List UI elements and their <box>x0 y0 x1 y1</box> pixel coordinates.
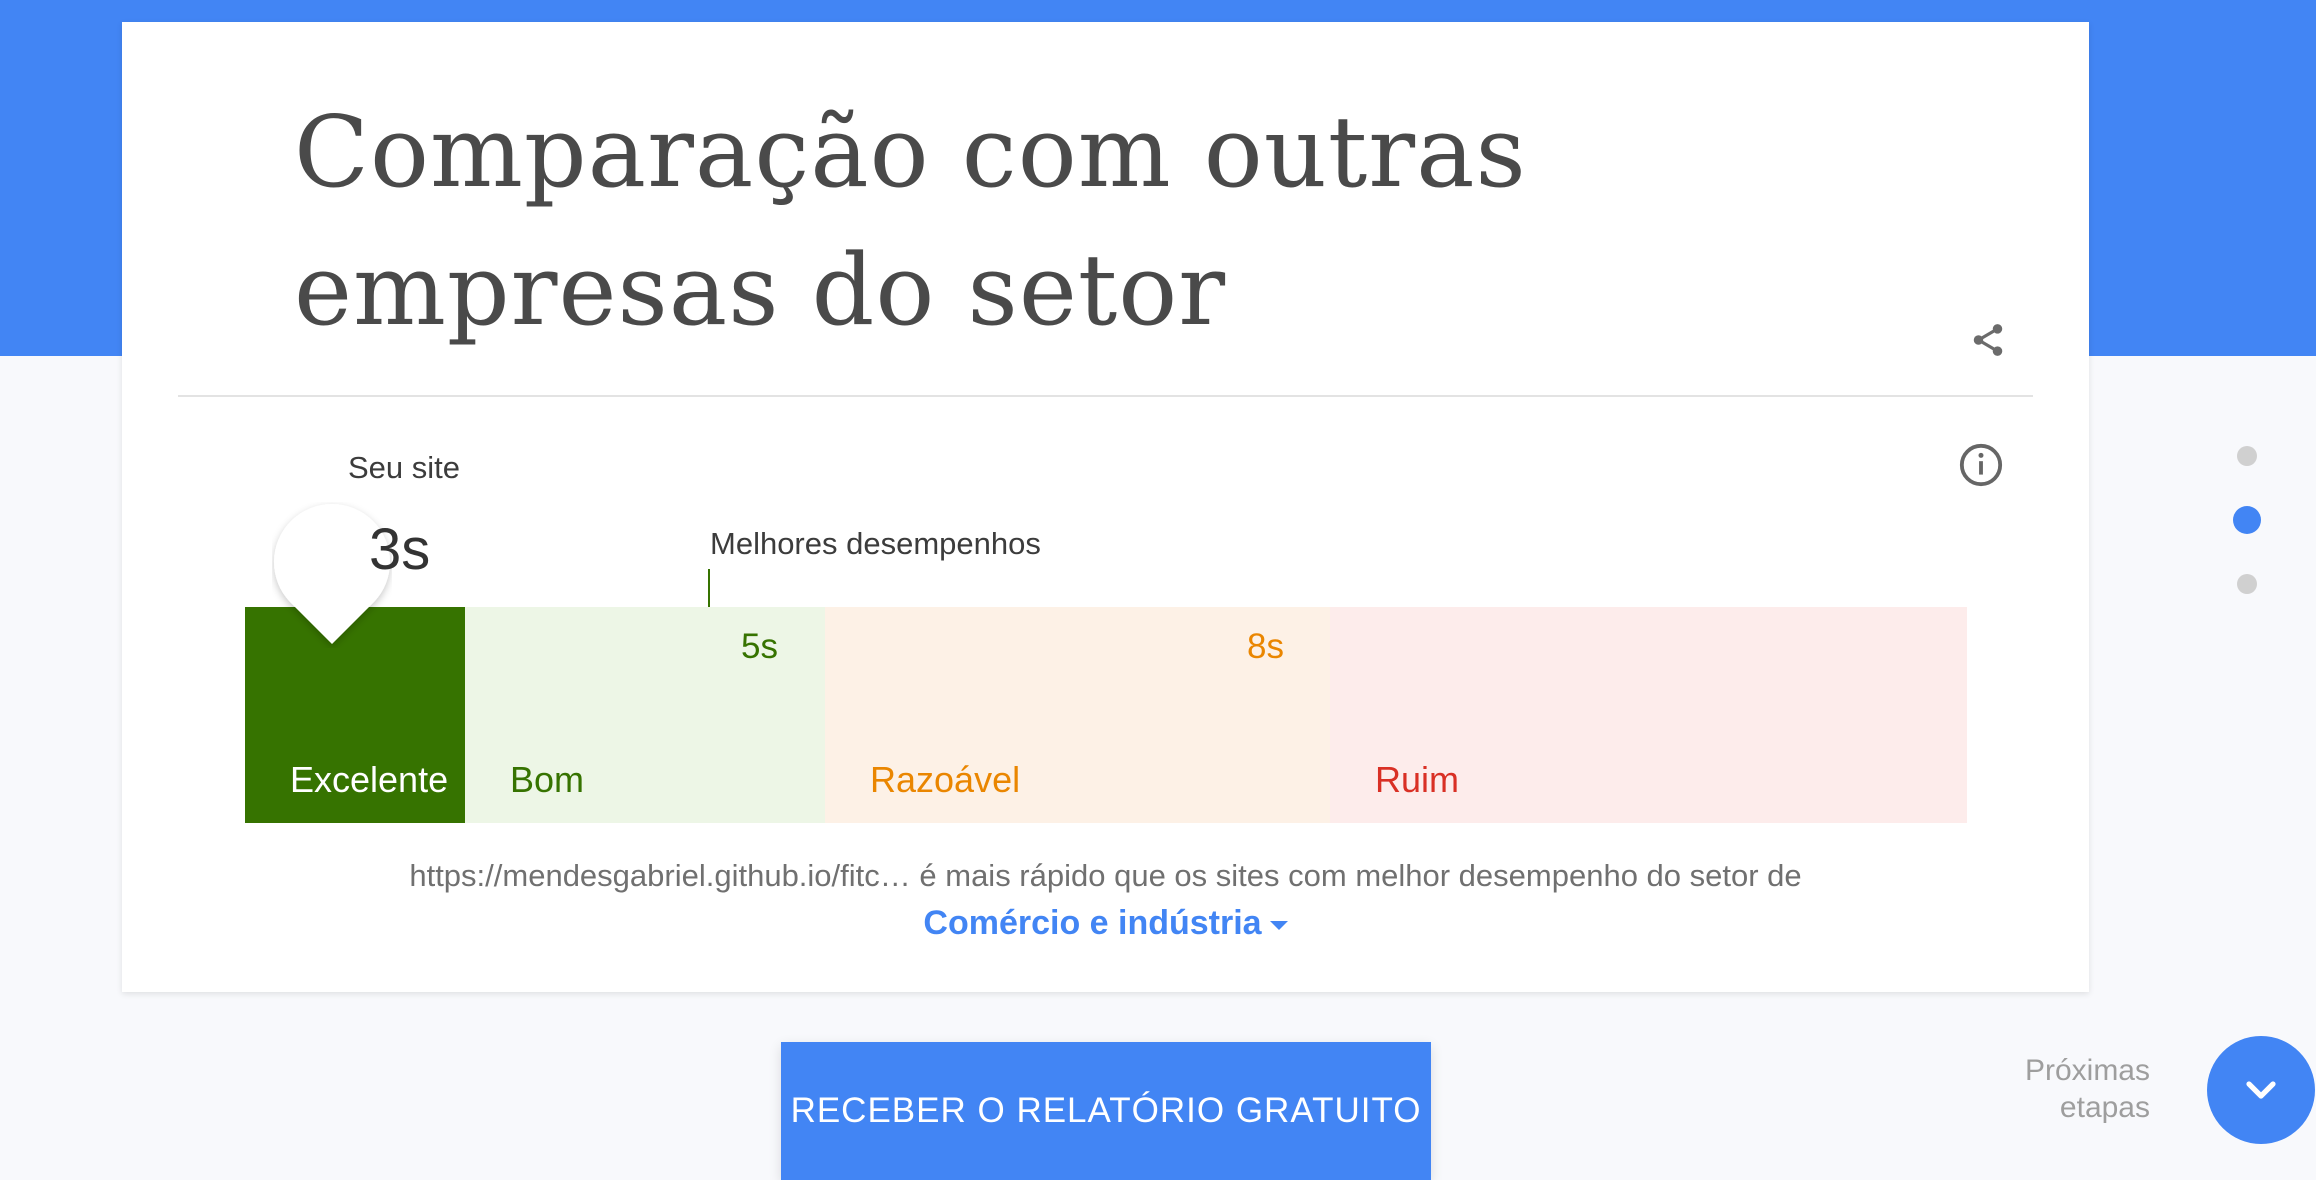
site-url: https://mendesgabriel.github.io/fitc… <box>409 858 911 893</box>
page-dot-2[interactable] <box>2233 506 2261 534</box>
segment-label-poor: Ruim <box>1375 759 1460 800</box>
segment-label-average: Razoável <box>870 759 1021 800</box>
chevron-down-icon <box>2246 1081 2276 1099</box>
info-button[interactable] <box>1950 434 2012 496</box>
segment-label-excellent: Excelente <box>290 759 449 800</box>
share-button[interactable] <box>1960 312 2016 368</box>
best-performers-label: Melhores desempenhos <box>710 526 1041 561</box>
title-line-2: empresas do setor <box>294 234 1227 348</box>
tick-5s: 5s <box>741 627 778 666</box>
comparison-card: Comparação com outras empresas do setor … <box>122 22 2089 992</box>
tick-8s: 8s <box>1247 627 1284 666</box>
your-site-value: 3s <box>369 517 431 582</box>
info-icon <box>1959 443 2003 487</box>
next-steps-line-1: Próximas <box>2024 1054 2150 1087</box>
next-steps-label: Próximas etapas <box>1950 1052 2150 1126</box>
next-steps-line-2: etapas <box>2059 1091 2150 1124</box>
get-free-report-button[interactable]: RECEBER O RELATÓRIO GRATUITO <box>781 1042 1431 1180</box>
segment-label-good: Bom <box>510 759 585 800</box>
share-icon <box>1973 324 2003 356</box>
page-dot-1[interactable] <box>2237 446 2257 466</box>
segment-average: Razoável 8s <box>825 607 1330 823</box>
divider <box>178 395 2033 397</box>
performance-scale: Excelente Bom 5s Razoável 8s Ruim <box>245 607 1967 823</box>
best-performers-marker <box>708 569 710 607</box>
page-title: Comparação com outras empresas do setor <box>294 84 1794 360</box>
title-line-1: Comparação com outras <box>294 96 1527 210</box>
next-steps-button[interactable] <box>2207 1036 2315 1144</box>
caret-down-icon <box>1269 920 1288 930</box>
segment-good: Bom 5s <box>465 607 825 823</box>
industry-dropdown[interactable]: Comércio e indústria <box>122 904 2089 943</box>
your-site-label: Seu site <box>348 450 461 485</box>
summary-sentence: é mais rápido que os sites com melhor de… <box>910 858 1802 893</box>
summary-text: https://mendesgabriel.github.io/fitc… é … <box>122 858 2089 894</box>
page-dot-3[interactable] <box>2237 574 2257 594</box>
industry-label: Comércio e indústria <box>923 904 1262 942</box>
segment-poor: Ruim <box>1330 607 1967 823</box>
